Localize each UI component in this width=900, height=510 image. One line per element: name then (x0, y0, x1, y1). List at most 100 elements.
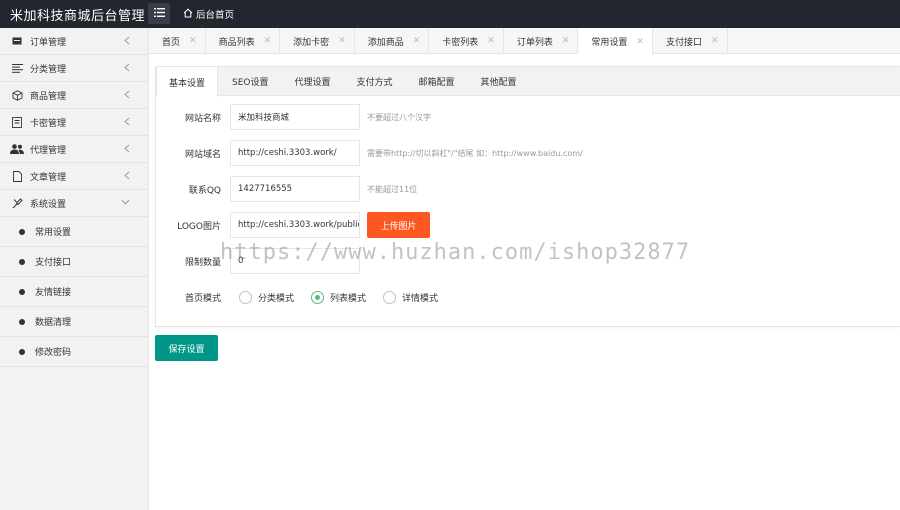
radio-circle-icon (383, 290, 397, 304)
tab-order-list[interactable]: 订单列表 ✕ (504, 28, 579, 54)
site-domain-input[interactable]: http://ceshi.3303.work/ (230, 140, 360, 166)
tab-keycard-list[interactable]: 卡密列表 ✕ (429, 28, 504, 54)
contact-qq-row: 联系QQ 1427716555 不能超过11位 (156, 176, 417, 202)
bullet-icon (19, 318, 25, 325)
contact-qq-label: 联系QQ (188, 185, 221, 196)
sidebar-subitem-payment[interactable]: 支付接口 (0, 247, 148, 277)
sidebar-item-label: 分类管理 (30, 64, 67, 75)
tab-add-keycard[interactable]: 添加卡密 ✕ (280, 28, 355, 54)
tab-label: 添加卡密 (293, 37, 330, 48)
tab-home[interactable]: 首页 ✕ (149, 28, 206, 54)
sidebar-subitem-label: 常用设置 (35, 228, 72, 238)
tab-label: 商品列表 (218, 37, 255, 48)
box-icon (10, 89, 24, 101)
limit-input[interactable]: 0 (230, 248, 360, 274)
contact-qq-tip: 不能超过11位 (367, 184, 418, 194)
limit-label: 限制数量 (184, 257, 221, 268)
top-header: 米加科技商城后台管理 后台首页 (0, 0, 900, 28)
list-icon (10, 63, 24, 73)
settings-card: 基本设置 SEO设置 代理设置 支付方式 邮箱配置 其他配置 网站名称 米加科技… (155, 66, 900, 327)
sidebar-subitem-change-password[interactable]: 修改密码 (0, 337, 148, 367)
menu-icon (153, 7, 165, 20)
upload-image-button[interactable]: 上传图片 (367, 212, 430, 238)
sidebar-item-label: 文章管理 (30, 172, 67, 183)
chevron-left-icon (124, 117, 130, 129)
key-card-icon (10, 116, 24, 128)
tab-label: 首页 (162, 37, 181, 48)
save-settings-button[interactable]: 保存设置 (155, 335, 218, 361)
site-name-input[interactable]: 米加科技商城 (230, 104, 360, 130)
bullet-icon (19, 348, 25, 355)
sidebar-subitem-common-settings[interactable]: 常用设置 (0, 217, 148, 247)
sidebar-item-agents[interactable]: 代理管理 (0, 136, 148, 163)
subtab-other[interactable]: 其他配置 (469, 67, 529, 96)
radio-label: 列表模式 (330, 293, 367, 304)
sidebar-subitem-label: 数据清理 (35, 318, 72, 328)
tab-label: 支付接口 (665, 37, 702, 48)
sidebar-item-system-settings[interactable]: 系统设置 (0, 190, 148, 217)
sidebar-item-articles[interactable]: 文章管理 (0, 163, 148, 190)
sidebar-item-label: 商品管理 (30, 91, 67, 102)
sidebar-item-label: 系统设置 (30, 199, 67, 210)
sidebar: 订单管理 分类管理 商品管理 卡密管理 代理管理 文章管理 系统设置 常用设置 … (0, 28, 149, 510)
logo-label: LOGO图片 (177, 221, 221, 232)
chevron-left-icon (124, 63, 130, 75)
site-domain-tip: 需要带http://切以斜杠"/"结尾 如：http://www.baidu.c… (367, 148, 583, 158)
home-mode-radio-detail[interactable]: 详情模式 (383, 290, 439, 304)
subtab-seo[interactable]: SEO设置 (220, 67, 280, 96)
tab-common-settings[interactable]: 常用设置 ✕ (578, 28, 653, 55)
chevron-down-icon (121, 198, 130, 208)
radio-label: 分类模式 (258, 293, 295, 304)
home-mode-radio-list[interactable]: 列表模式 (311, 290, 367, 304)
close-icon[interactable]: ✕ (487, 36, 495, 46)
bullet-icon (19, 258, 25, 265)
sidebar-subitem-links[interactable]: 友情链接 (0, 277, 148, 307)
sidebar-item-label: 代理管理 (30, 145, 67, 156)
subtab-basic[interactable]: 基本设置 (156, 67, 219, 97)
sidebar-subitem-label: 修改密码 (35, 348, 72, 358)
app-title: 米加科技商城后台管理 (10, 9, 146, 24)
sidebar-subitem-data-cleanup[interactable]: 数据清理 (0, 307, 148, 337)
subtab-payment-method[interactable]: 支付方式 (345, 67, 405, 96)
subtab-email[interactable]: 邮箱配置 (407, 67, 467, 96)
close-icon[interactable]: ✕ (636, 37, 644, 47)
tab-label: 订单列表 (516, 37, 553, 48)
tab-product-list[interactable]: 商品列表 ✕ (206, 28, 281, 54)
site-domain-label: 网站域名 (184, 149, 221, 160)
home-icon (183, 8, 196, 21)
close-icon[interactable]: ✕ (264, 36, 272, 46)
limit-row: 限制数量 0 (156, 248, 360, 274)
close-icon[interactable]: ✕ (413, 36, 421, 46)
users-icon (10, 144, 24, 154)
subtab-agent[interactable]: 代理设置 (283, 67, 343, 96)
close-icon[interactable]: ✕ (562, 36, 570, 46)
sidebar-item-keycards[interactable]: 卡密管理 (0, 109, 148, 136)
site-domain-row: 网站域名 http://ceshi.3303.work/ 需要带http://切… (156, 140, 583, 166)
tab-payment[interactable]: 支付接口 ✕ (653, 28, 728, 54)
site-name-row: 网站名称 米加科技商城 不要超过八个汉字 (156, 104, 431, 130)
radio-label: 详情模式 (402, 293, 439, 304)
home-link-label: 后台首页 (196, 10, 235, 21)
sidebar-item-categories[interactable]: 分类管理 (0, 55, 148, 82)
contact-qq-input[interactable]: 1427716555 (230, 176, 360, 202)
tab-add-product[interactable]: 添加商品 ✕ (355, 28, 430, 54)
home-mode-row: 首页模式 分类模式 列表模式 详情模式 (156, 284, 455, 310)
site-name-label: 网站名称 (184, 113, 221, 124)
close-icon[interactable]: ✕ (338, 36, 346, 46)
home-link[interactable]: 后台首页 (183, 7, 234, 21)
close-icon[interactable]: ✕ (189, 36, 197, 46)
close-icon[interactable]: ✕ (711, 36, 719, 46)
logo-url-input[interactable]: http://ceshi.3303.work/public/stati (230, 212, 360, 238)
radio-checked-icon (311, 290, 325, 304)
sidebar-item-label: 订单管理 (30, 37, 67, 48)
site-name-tip: 不要超过八个汉字 (367, 112, 431, 122)
home-mode-radio-category[interactable]: 分类模式 (239, 290, 295, 304)
sidebar-item-products[interactable]: 商品管理 (0, 82, 148, 109)
menu-toggle-button[interactable] (148, 3, 170, 24)
chevron-left-icon (124, 36, 130, 48)
tab-label: 卡密列表 (442, 37, 479, 48)
tools-icon (10, 197, 24, 209)
home-mode-label: 首页模式 (184, 293, 221, 304)
radio-circle-icon (239, 290, 252, 304)
sidebar-item-orders[interactable]: 订单管理 (0, 28, 148, 55)
